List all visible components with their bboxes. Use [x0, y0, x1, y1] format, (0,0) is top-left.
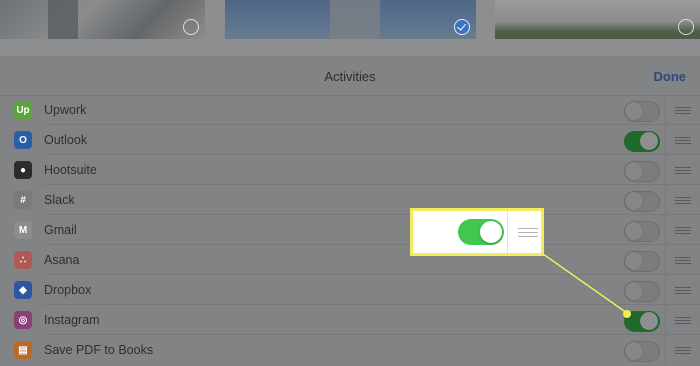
hootsuite-icon: ● — [14, 161, 32, 179]
activity-toggle-switch[interactable] — [624, 251, 660, 272]
activity-label: Gmail — [44, 223, 77, 237]
divider — [665, 95, 666, 125]
photo-thumbnail-3[interactable] — [495, 0, 700, 39]
toggle-knob — [640, 312, 658, 330]
activity-row-asana: ∴ Asana — [0, 245, 700, 275]
toggle-knob — [480, 221, 502, 243]
toggle-knob — [640, 132, 658, 150]
divider — [665, 155, 666, 185]
toggle-knob — [625, 252, 643, 270]
toggle-knob — [625, 342, 643, 360]
reorder-handle-icon[interactable] — [675, 197, 691, 204]
asana-icon: ∴ — [14, 251, 32, 269]
toggle-knob — [625, 162, 643, 180]
reorder-handle-icon — [518, 228, 538, 237]
activity-row-save-pdf-to-books: ▤ Save PDF to Books — [0, 335, 700, 365]
divider — [665, 305, 666, 335]
activity-row-gmail: M Gmail — [0, 215, 700, 245]
divider — [665, 215, 666, 245]
activity-row-dropbox: ◆ Dropbox — [0, 275, 700, 305]
divider — [665, 245, 666, 275]
activity-label: Hootsuite — [44, 163, 97, 177]
reorder-handle-icon[interactable] — [675, 227, 691, 234]
photo-selected-check-icon[interactable] — [454, 19, 470, 35]
photo-select-circle-1[interactable] — [183, 19, 199, 35]
dropbox-icon: ◆ — [14, 281, 32, 299]
photo-select-circle-3[interactable] — [678, 19, 694, 35]
activity-toggle-switch[interactable] — [624, 101, 660, 122]
reorder-handle-icon[interactable] — [675, 167, 691, 174]
activity-row-hootsuite: ● Hootsuite — [0, 155, 700, 185]
activity-toggle-switch[interactable] — [624, 281, 660, 302]
activity-row-outlook: O Outlook — [0, 125, 700, 155]
sheet-title: Activities — [324, 69, 376, 84]
toggle-knob — [625, 102, 643, 120]
activity-label: Instagram — [44, 313, 100, 327]
done-button[interactable]: Done — [654, 69, 687, 84]
reorder-handle-icon[interactable] — [675, 137, 691, 144]
callout-toggle-switch — [458, 219, 504, 245]
slack-icon: # — [14, 191, 32, 209]
divider — [507, 211, 508, 253]
photo-thumbnail-2[interactable] — [225, 0, 476, 39]
reorder-handle-icon[interactable] — [675, 347, 691, 354]
activity-toggle-switch[interactable] — [624, 311, 660, 332]
activity-toggle-switch[interactable] — [624, 221, 660, 242]
sheet-header: Activities Done — [0, 58, 700, 96]
divider — [665, 125, 666, 155]
activity-toggle-switch[interactable] — [624, 131, 660, 152]
outlook-icon: O — [14, 131, 32, 149]
activity-row-slack: # Slack — [0, 185, 700, 215]
books-icon: ▤ — [14, 341, 32, 359]
activity-label: Asana — [44, 253, 80, 267]
activity-label: Slack — [44, 193, 75, 207]
activity-label: Dropbox — [44, 283, 92, 297]
toggle-knob — [625, 222, 643, 240]
gmail-icon: M — [14, 221, 32, 239]
toggle-knob — [625, 192, 643, 210]
divider — [665, 275, 666, 305]
photo-thumbnail-1[interactable] — [0, 0, 205, 39]
photo-strip — [0, 0, 700, 56]
zoom-callout — [410, 208, 544, 256]
activity-row-upwork: Up Upwork — [0, 95, 700, 125]
instagram-icon: ◎ — [14, 311, 32, 329]
activity-label: Save PDF to Books — [44, 343, 154, 357]
activity-row-instagram: ◎ Instagram — [0, 305, 700, 335]
upwork-icon: Up — [14, 101, 32, 119]
activity-label: Outlook — [44, 133, 88, 147]
activity-label: Upwork — [44, 103, 87, 117]
reorder-handle-icon[interactable] — [675, 107, 691, 114]
activities-sheet: Activities Done Up Upwork O Outlook ● Hootsui… — [0, 58, 700, 366]
reorder-handle-icon[interactable] — [675, 257, 691, 264]
divider — [665, 185, 666, 215]
toggle-knob — [625, 282, 643, 300]
reorder-handle-icon[interactable] — [675, 317, 691, 324]
reorder-handle-icon[interactable] — [675, 287, 691, 294]
activity-toggle-switch[interactable] — [624, 191, 660, 212]
divider — [665, 335, 666, 365]
activity-toggle-switch[interactable] — [624, 161, 660, 182]
activity-toggle-switch[interactable] — [624, 341, 660, 362]
